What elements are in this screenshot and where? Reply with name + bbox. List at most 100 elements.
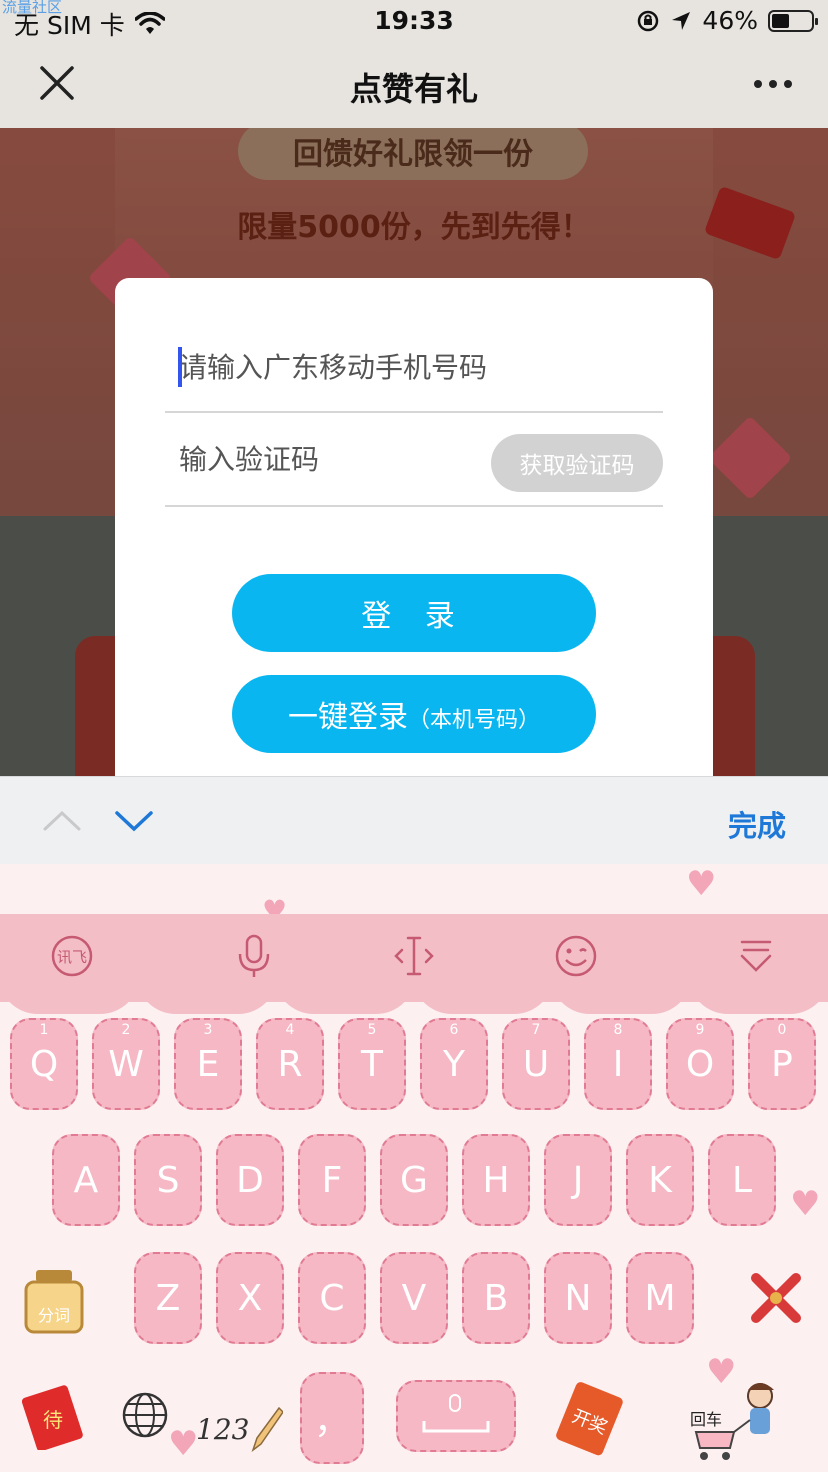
battery-percent: 46% <box>702 6 758 35</box>
key-j[interactable]: J <box>544 1134 612 1226</box>
emoji-icon[interactable] <box>552 932 600 980</box>
key-c[interactable]: C <box>298 1252 366 1344</box>
key-k[interactable]: K <box>626 1134 694 1226</box>
segment-key[interactable]: 分词 <box>22 1268 86 1336</box>
key-e[interactable]: 3E <box>174 1018 242 1110</box>
key-f[interactable]: F <box>298 1134 366 1226</box>
key-p[interactable]: 0P <box>748 1018 816 1110</box>
key-label: I <box>612 1043 624 1085</box>
key-u[interactable]: 7U <box>502 1018 570 1110</box>
key-label: R <box>277 1043 303 1085</box>
key-v[interactable]: V <box>380 1252 448 1344</box>
key-t[interactable]: 5T <box>338 1018 406 1110</box>
chevron-down-icon[interactable] <box>114 803 154 837</box>
key-label: B <box>483 1277 509 1319</box>
key-label: K <box>648 1159 672 1201</box>
get-code-button[interactable]: 获取验证码 <box>491 434 663 492</box>
lottery-key[interactable]: 开奖 <box>552 1380 628 1460</box>
key-h[interactable]: H <box>462 1134 530 1226</box>
key-number-hint: 2 <box>121 1022 131 1038</box>
keyboard: ♥ ♥ ♥ ♥ ♥ 讯飞 1Q2W3E4R5T6Y7U8I9O0PASDFGHJ… <box>0 864 828 1472</box>
key-label: O <box>685 1043 715 1085</box>
globe-icon <box>122 1392 168 1438</box>
key-a[interactable]: A <box>52 1134 120 1226</box>
key-s[interactable]: S <box>134 1134 202 1226</box>
key-number-hint: 4 <box>285 1022 295 1038</box>
ifly-logo-text: 讯飞 <box>57 948 87 966</box>
key-number-hint: 9 <box>695 1022 705 1038</box>
key-n[interactable]: N <box>544 1252 612 1344</box>
key-w[interactable]: 2W <box>92 1018 160 1110</box>
key-o[interactable]: 9O <box>666 1018 734 1110</box>
code-field: 获取验证码 <box>165 415 663 507</box>
key-label: G <box>400 1159 428 1201</box>
space-key[interactable] <box>396 1380 516 1452</box>
delete-key[interactable] <box>748 1270 804 1326</box>
key-x[interactable]: X <box>216 1252 284 1344</box>
nav-bar: 点赞有礼 <box>0 42 828 128</box>
status-bar: 流量社区 无 SIM 卡 19:33 46% <box>0 0 828 42</box>
key-d[interactable]: D <box>216 1134 284 1226</box>
ifly-logo-icon[interactable]: 讯飞 <box>48 932 96 980</box>
key-label: D <box>236 1159 264 1201</box>
enter-key-label: 回车 <box>690 1410 723 1429</box>
punctuation-key-label: ， <box>313 1401 350 1442</box>
key-l[interactable]: L <box>708 1134 776 1226</box>
banner-subtitle: 限量5000份，先到先得！ <box>237 210 591 245</box>
hide-keyboard-icon[interactable] <box>732 932 780 980</box>
key-number-hint: 7 <box>531 1022 541 1038</box>
key-label: F <box>321 1159 343 1201</box>
red-packet-label: 待 <box>43 1408 63 1432</box>
key-label: P <box>771 1043 793 1085</box>
keyboard-accessory-bar: 完成 <box>0 776 828 864</box>
enter-key[interactable]: 回车 <box>688 1376 798 1466</box>
key-label: S <box>156 1159 180 1201</box>
done-button[interactable]: 完成 <box>728 803 786 845</box>
key-label: X <box>237 1277 263 1319</box>
key-number-hint: 0 <box>777 1022 787 1038</box>
microphone-icon[interactable] <box>230 932 278 980</box>
banner-pill: 回馈好礼限领一份 <box>238 128 588 180</box>
key-number-hint: 1 <box>39 1022 49 1038</box>
key-g[interactable]: G <box>380 1134 448 1226</box>
toolbar-scallop-decoration <box>0 974 828 1014</box>
globe-key[interactable] <box>120 1390 170 1440</box>
segment-key-label: 分词 <box>37 1306 70 1325</box>
red-packet-key[interactable]: 待 <box>22 1384 84 1450</box>
key-b[interactable]: B <box>462 1252 530 1344</box>
key-label: W <box>108 1043 144 1085</box>
key-label: U <box>522 1043 550 1085</box>
heart-decoration: ♥ <box>790 1184 821 1224</box>
numbers-key-label: 123 <box>196 1412 250 1446</box>
cursor-move-icon[interactable] <box>390 932 438 980</box>
verification-code-input[interactable] <box>179 415 489 503</box>
chevron-up-icon[interactable] <box>42 803 82 837</box>
heart-decoration: ♥ <box>686 864 717 904</box>
punctuation-key[interactable]: ， <box>300 1372 364 1464</box>
key-i[interactable]: 8I <box>584 1018 652 1110</box>
key-number-hint: 5 <box>367 1022 377 1038</box>
key-label: A <box>73 1159 99 1201</box>
key-y[interactable]: 6Y <box>420 1018 488 1110</box>
key-label: Z <box>155 1277 181 1319</box>
key-z[interactable]: Z <box>134 1252 202 1344</box>
more-icon[interactable] <box>752 72 794 96</box>
phone-input[interactable] <box>179 323 649 411</box>
key-label: E <box>196 1043 220 1085</box>
key-number-hint: 8 <box>613 1022 623 1038</box>
page-title: 点赞有礼 <box>349 70 478 108</box>
quick-login-button[interactable]: 一键登录（本机号码） <box>232 675 596 753</box>
key-m[interactable]: M <box>626 1252 694 1344</box>
login-modal: 获取验证码 登 录 一键登录（本机号码） <box>115 278 713 778</box>
key-r[interactable]: 4R <box>256 1018 324 1110</box>
login-button[interactable]: 登 录 <box>232 574 596 652</box>
key-q[interactable]: 1Q <box>10 1018 78 1110</box>
heart-decoration: ♥ <box>168 1424 199 1464</box>
key-number-hint: 3 <box>203 1022 213 1038</box>
key-label: Q <box>29 1043 59 1085</box>
key-number-hint: 6 <box>449 1022 459 1038</box>
key-label: M <box>644 1277 676 1319</box>
numbers-key[interactable]: 123 <box>196 1404 286 1454</box>
battery-icon <box>768 9 818 32</box>
key-label: C <box>319 1277 345 1319</box>
